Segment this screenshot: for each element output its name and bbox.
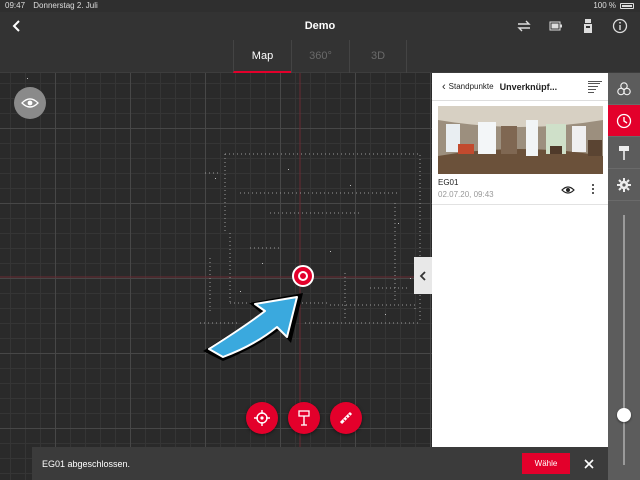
toast-close-button[interactable] xyxy=(582,457,596,471)
stations-button[interactable] xyxy=(608,105,640,137)
locate-button[interactable] xyxy=(246,402,278,434)
battery-button[interactable] xyxy=(546,16,566,36)
station-icon xyxy=(616,113,632,128)
station-more-button[interactable] xyxy=(588,182,598,196)
sync-button[interactable] xyxy=(514,16,534,36)
eye-icon xyxy=(21,98,39,108)
panel-title: Unverknüpf... xyxy=(499,81,558,92)
status-time: 09:47 xyxy=(5,1,26,10)
layers-button[interactable] xyxy=(608,73,640,105)
device-icon xyxy=(584,19,592,33)
station-name: EG01 xyxy=(438,178,459,187)
layers-icon xyxy=(617,81,631,95)
chevron-left-icon xyxy=(12,20,20,32)
stations-panel: ‹ Standpunkte Unverknüpf... EG01 02.07.2… xyxy=(432,73,608,447)
toast-message: EG01 abgeschlossen. xyxy=(42,458,131,469)
toast-notification: EG01 abgeschlossen. Wähle xyxy=(32,447,608,480)
measure-icon xyxy=(339,411,353,425)
tab-3d[interactable]: 3D xyxy=(349,40,407,73)
arrow-icon xyxy=(203,293,303,361)
chevron-left-icon xyxy=(419,270,426,281)
info-button[interactable] xyxy=(610,16,630,36)
more-dot xyxy=(592,188,594,190)
zoom-slider-knob[interactable] xyxy=(617,408,631,422)
settings-button[interactable] xyxy=(608,169,640,201)
zoom-slider[interactable] xyxy=(623,215,625,465)
right-toolbar xyxy=(608,73,640,480)
panel-back-label: Standpunkte xyxy=(448,82,494,91)
divider xyxy=(432,204,608,205)
pin-icon xyxy=(619,145,629,160)
eye-icon xyxy=(561,186,575,194)
add-pin-button[interactable] xyxy=(288,402,320,434)
more-dot xyxy=(592,192,594,194)
top-bar: Demo xyxy=(0,12,640,40)
view-tabs: Map 360° 3D xyxy=(0,40,640,73)
status-date: Donnerstag 2. Juli xyxy=(33,1,98,10)
measure-button[interactable] xyxy=(330,402,362,434)
panel-back-button[interactable]: ‹ Standpunkte xyxy=(442,81,494,93)
map-canvas[interactable] xyxy=(0,73,432,480)
swap-icon xyxy=(517,20,531,32)
panel-collapse-button[interactable] xyxy=(414,257,432,294)
panorama-image xyxy=(438,106,603,174)
more-dot xyxy=(592,184,594,186)
station-date: 02.07.20, 09:43 xyxy=(438,190,494,199)
status-battery-text: 100 % xyxy=(593,1,616,10)
target-icon xyxy=(254,410,270,426)
pins-button[interactable] xyxy=(608,137,640,169)
panel-header: ‹ Standpunkte Unverknüpf... xyxy=(432,73,608,101)
station-visibility-button[interactable] xyxy=(561,183,575,195)
visibility-toggle-button[interactable] xyxy=(14,87,46,119)
toast-action-button[interactable]: Wähle xyxy=(522,453,570,474)
pin-icon xyxy=(298,410,310,426)
info-icon xyxy=(612,18,628,34)
tab-360[interactable]: 360° xyxy=(291,40,349,73)
device-button[interactable] xyxy=(578,16,598,36)
tab-map[interactable]: Map xyxy=(233,40,291,73)
status-bar: 09:47 Donnerstag 2. Juli 100 % xyxy=(0,0,640,12)
sort-icon[interactable] xyxy=(588,80,602,93)
current-station-marker[interactable] xyxy=(292,265,314,287)
back-button[interactable] xyxy=(8,17,26,35)
chevron-left-icon: ‹ xyxy=(442,80,446,93)
gear-icon xyxy=(617,177,631,192)
close-icon xyxy=(584,458,594,469)
battery-icon xyxy=(549,21,562,31)
battery-icon xyxy=(620,3,634,9)
station-thumbnail[interactable] xyxy=(438,106,603,174)
